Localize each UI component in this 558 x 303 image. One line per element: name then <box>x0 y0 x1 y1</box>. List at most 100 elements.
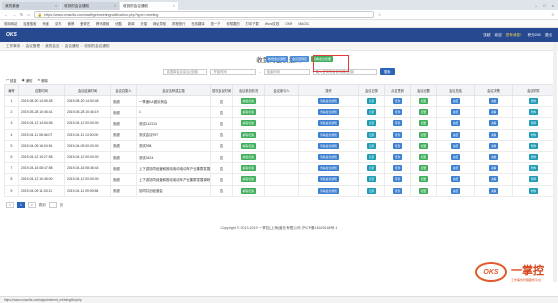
sign-button[interactable]: 签到 <box>392 142 403 149</box>
reply-button[interactable]: 编辑/回复 <box>240 154 257 161</box>
minutes-button[interactable]: 纪要 <box>418 131 429 138</box>
attach-button[interactable]: 附件 <box>528 187 539 194</box>
minimize-icon[interactable]: – <box>535 3 537 8</box>
bookmark-item[interactable]: 优酷 <box>115 21 122 26</box>
summary-button[interactable]: 总结 <box>450 98 461 105</box>
prev-page-button[interactable]: < <box>6 201 14 208</box>
summary-button[interactable]: 总结 <box>450 165 461 172</box>
goto-page-input[interactable] <box>48 201 57 208</box>
record-button[interactable]: 记录 <box>366 187 377 194</box>
reply-button[interactable]: 编辑/回复 <box>240 187 257 194</box>
maximize-icon[interactable]: □ <box>543 3 545 8</box>
forward-icon[interactable]: → <box>12 12 16 17</box>
attach-button[interactable]: 附件 <box>528 109 539 116</box>
reply-button[interactable]: 编辑/回复 <box>240 131 257 138</box>
breadcrumb-item[interactable]: 会议管理 <box>26 44 40 49</box>
bookmark-item[interactable]: 网址导航 <box>153 21 166 26</box>
notice-tool[interactable]: ◉ 通知 <box>22 78 33 83</box>
attach-button[interactable]: 附件 <box>528 142 539 149</box>
sign-button[interactable]: 签到 <box>392 187 403 194</box>
view-notice-button[interactable]: 查看会议通知 <box>318 176 339 183</box>
attach-button[interactable]: 附件 <box>528 131 539 138</box>
minutes-button[interactable]: 纪要 <box>418 109 429 116</box>
bookmark-item[interactable]: 新闻 <box>128 21 135 26</box>
meeting-type-select[interactable]: 请选择会议会议(全部) <box>163 68 208 75</box>
browser-tab-active[interactable]: 收到的会议通知 × <box>120 2 178 10</box>
sign-button[interactable]: 签到 <box>392 165 403 172</box>
decision-button[interactable]: 决策 <box>488 109 499 116</box>
reply-tool[interactable]: ↩ 回复 <box>6 78 17 83</box>
summary-button[interactable]: 总结 <box>450 142 461 149</box>
record-button[interactable]: 记录 <box>366 176 377 183</box>
view-notice-button[interactable]: 查看会议通知 <box>318 165 339 172</box>
bookmark-item[interactable]: OKR <box>285 22 292 26</box>
bookmark-item[interactable]: 京东 <box>55 21 62 26</box>
home-icon[interactable]: ⌂ <box>27 12 29 17</box>
summary-button[interactable]: 总结 <box>450 176 461 183</box>
bookmark-item[interactable]: 打印下载 <box>246 21 259 26</box>
address-input[interactable]: 🔒 https://www.omsu5s.com/staff/getmeetin… <box>33 11 374 18</box>
close-icon[interactable]: × <box>173 4 175 8</box>
view-notice-button[interactable]: 查看会议通知 <box>318 131 339 138</box>
record-button[interactable]: 记录 <box>366 98 377 105</box>
reload-icon[interactable]: ↻ <box>20 12 23 17</box>
sign-button[interactable]: 签到 <box>392 98 403 105</box>
decision-button[interactable]: 决策 <box>488 154 499 161</box>
close-window-icon[interactable]: × <box>552 3 554 8</box>
record-button[interactable]: 记录 <box>366 154 377 161</box>
minutes-button[interactable]: 纪要 <box>418 98 429 105</box>
decision-button[interactable]: 决策 <box>488 120 499 127</box>
bookmark-item[interactable]: 百度搜索 <box>23 21 36 26</box>
bookmark-item[interactable]: 腾讯视频 <box>96 21 109 26</box>
start-date-input[interactable]: 开始时间 <box>210 68 257 75</box>
sign-button[interactable]: 签到 <box>392 154 403 161</box>
attach-button[interactable]: 附件 <box>528 154 539 161</box>
reply-button[interactable]: 编辑/回复 <box>240 165 257 172</box>
record-button[interactable]: 记录 <box>366 120 377 127</box>
summary-button[interactable]: 总结 <box>450 187 461 194</box>
next-page-button[interactable]: > <box>27 201 36 208</box>
attach-button[interactable]: 附件 <box>528 98 539 105</box>
bookmark-item[interactable]: 你想要的 <box>226 21 239 26</box>
bookmark-item[interactable]: 携程旅行 <box>172 21 185 26</box>
minutes-button[interactable]: 纪要 <box>418 142 429 149</box>
browser-tab[interactable]: 我的桌面 × <box>2 2 60 10</box>
sign-button[interactable]: 签到 <box>392 109 403 116</box>
breadcrumb-item[interactable]: 工作事务 <box>6 44 20 49</box>
menu-icon[interactable]: ≡ <box>552 12 554 17</box>
decision-button[interactable]: 决策 <box>488 98 499 105</box>
attach-button[interactable]: 附件 <box>528 165 539 172</box>
bookmark-item[interactable]: 淘宝 <box>42 21 49 26</box>
delete-tool[interactable]: ✕ 删除 <box>37 78 48 83</box>
bookmark-item[interactable]: 爱奇艺 <box>80 21 90 26</box>
minutes-button[interactable]: 纪要 <box>418 120 429 127</box>
view-notice-button[interactable]: 查看会议通知 <box>318 187 339 194</box>
record-button[interactable]: 记录 <box>366 142 377 149</box>
summary-button[interactable]: 总结 <box>450 131 461 138</box>
summary-button[interactable]: 总结 <box>450 120 461 127</box>
new-notice-button[interactable]: 新增会议通知 <box>266 56 289 62</box>
reply-button[interactable]: 编辑/回复 <box>240 109 257 116</box>
minutes-button[interactable]: 纪要 <box>418 154 429 161</box>
breadcrumb-item[interactable]: 会议通知 <box>65 44 79 49</box>
minutes-button[interactable]: 纪要 <box>418 165 429 172</box>
decision-button[interactable]: 决策 <box>488 187 499 194</box>
minutes-button[interactable]: 纪要 <box>418 187 429 194</box>
record-button[interactable]: 记录 <box>366 109 377 116</box>
bookmark-item[interactable]: 查一下 <box>211 21 221 26</box>
attach-button[interactable]: 附件 <box>528 120 539 127</box>
reply-button[interactable]: 编辑/回复 <box>240 176 257 183</box>
sign-button[interactable]: 签到 <box>392 120 403 127</box>
decision-button[interactable]: 决策 <box>488 142 499 149</box>
reply-button[interactable]: 编辑/回复 <box>240 98 257 105</box>
breadcrumb-item[interactable]: 我的会议 <box>45 44 59 49</box>
sign-button[interactable]: 签到 <box>392 176 403 183</box>
minutes-button[interactable]: 纪要 <box>418 176 429 183</box>
decision-button[interactable]: 决策 <box>488 131 499 138</box>
sign-button[interactable]: 签到 <box>392 131 403 138</box>
page-1-button[interactable]: 1 <box>16 201 25 208</box>
star-icon[interactable]: ☆ <box>378 12 382 17</box>
back-icon[interactable]: ← <box>4 12 8 17</box>
close-icon[interactable]: × <box>55 4 57 8</box>
view-notice-button[interactable]: 查看会议通知 <box>318 109 339 116</box>
